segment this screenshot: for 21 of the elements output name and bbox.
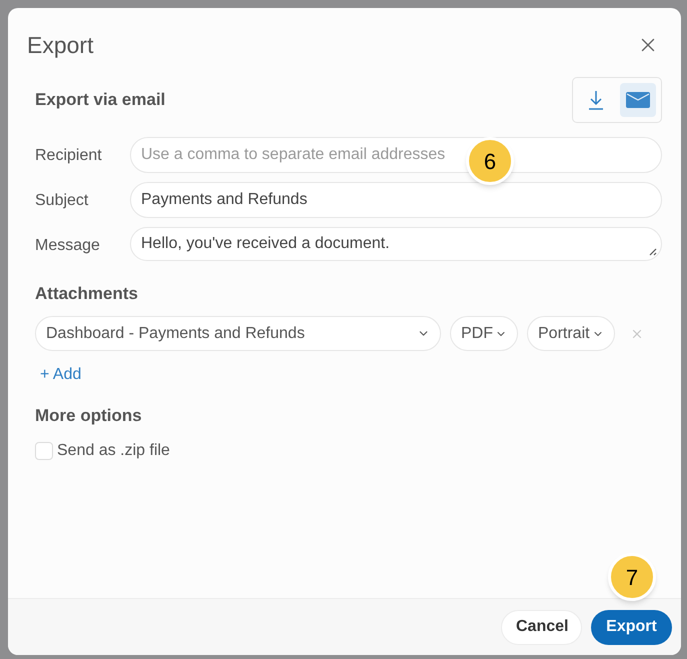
email-mode-button[interactable] <box>620 82 656 116</box>
more-options-title: More options <box>35 405 143 427</box>
export-button[interactable]: Export <box>591 610 672 644</box>
message-field[interactable]: Hello, you've received a document. <box>130 226 662 260</box>
cancel-button[interactable]: Cancel <box>501 610 582 644</box>
add-link[interactable]: + Add <box>40 363 82 387</box>
resize-handle-icon <box>647 246 657 256</box>
envelope-icon <box>626 92 650 108</box>
subject-field[interactable]: Payments and Refunds <box>130 182 662 218</box>
report-dropdown[interactable]: Dashboard - Payments and Refunds <box>35 316 441 351</box>
field-label: Message <box>35 236 101 256</box>
attachments-title: Attachments <box>35 282 139 304</box>
download-icon <box>589 90 603 110</box>
checkbox-label: Send as .zip file <box>57 440 170 460</box>
section-title: Export via email <box>35 88 166 111</box>
format-dropdown[interactable]: PDF <box>450 316 518 351</box>
field-label: Recipient <box>35 146 103 166</box>
orientation-dropdown[interactable]: Portrait <box>527 316 615 351</box>
zip-checkbox[interactable] <box>35 442 53 460</box>
dialog-title: Export <box>27 31 94 60</box>
field-label: Subject <box>35 190 90 210</box>
